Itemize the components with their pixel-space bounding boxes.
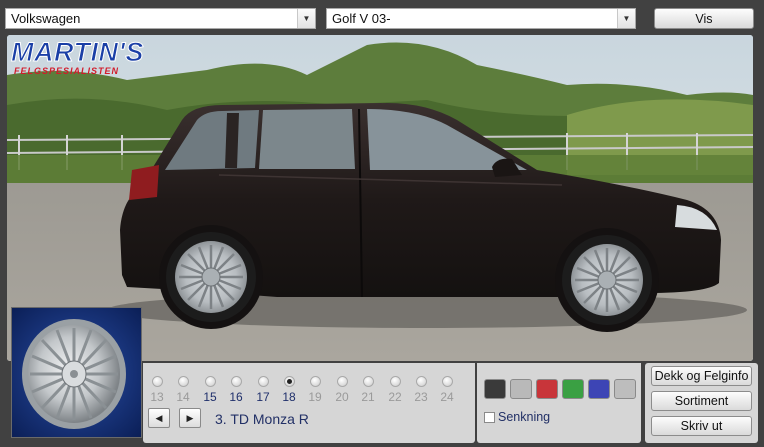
model-select[interactable]: Golf V 03- ▼ bbox=[326, 8, 636, 29]
rim-name: 3. TD Monza R bbox=[215, 411, 309, 427]
rim-size-label-15: 15 bbox=[203, 390, 217, 404]
color-swatch-green[interactable] bbox=[562, 379, 584, 399]
rim-size-label-24: 24 bbox=[440, 390, 454, 404]
rim-size-label-20: 20 bbox=[335, 390, 349, 404]
next-rim-button[interactable]: ▶ bbox=[179, 408, 201, 428]
logo-text: MARTIN'S bbox=[11, 37, 144, 67]
rim-size-radio-22 bbox=[390, 376, 401, 387]
print-button[interactable]: Skriv ut bbox=[651, 416, 752, 436]
assortment-button[interactable]: Sortiment bbox=[651, 391, 752, 411]
lowering-label: Senkning bbox=[498, 410, 551, 424]
rim-size-radio-19 bbox=[310, 376, 321, 387]
make-select-value: Volkswagen bbox=[11, 11, 81, 26]
rim-size-label-18: 18 bbox=[282, 390, 296, 404]
app-frame: Volkswagen ▼ Golf V 03- ▼ Vis MARTIN'S F… bbox=[0, 0, 764, 447]
tire-rim-info-button[interactable]: Dekk og Felginfo bbox=[651, 366, 752, 386]
rim-size-label-17: 17 bbox=[256, 390, 270, 404]
arrow-left-icon: ◀ bbox=[155, 412, 163, 423]
color-swatch-light-grey[interactable] bbox=[614, 379, 636, 399]
rim-size-label-14: 14 bbox=[176, 390, 190, 404]
rim-size-radio-13 bbox=[152, 376, 163, 387]
chevron-down-icon[interactable]: ▼ bbox=[617, 9, 635, 28]
rim-size-radio-24 bbox=[442, 376, 453, 387]
rim-size-radio-14 bbox=[178, 376, 189, 387]
chevron-down-icon[interactable]: ▼ bbox=[297, 9, 315, 28]
make-select[interactable]: Volkswagen ▼ bbox=[5, 8, 316, 29]
rim-size-radio-18[interactable] bbox=[284, 376, 295, 387]
rim-size-label-21: 21 bbox=[361, 390, 375, 404]
rim-image bbox=[12, 308, 141, 437]
rim-thumbnail bbox=[11, 307, 142, 438]
rim-size-radio-17[interactable] bbox=[258, 376, 269, 387]
model-select-value: Golf V 03- bbox=[332, 11, 391, 26]
color-panel bbox=[477, 363, 641, 443]
logo-subtext: FELGSPESIALISTEN bbox=[14, 66, 120, 76]
rim-size-label-13: 13 bbox=[150, 390, 164, 404]
rim-size-radio-16[interactable] bbox=[231, 376, 242, 387]
rim-size-label-16: 16 bbox=[229, 390, 243, 404]
arrow-right-icon: ▶ bbox=[186, 412, 194, 423]
rim-size-radio-20 bbox=[337, 376, 348, 387]
rim-size-label-23: 23 bbox=[414, 390, 428, 404]
color-swatch-grey[interactable] bbox=[510, 379, 532, 399]
color-swatch-black[interactable] bbox=[484, 379, 506, 399]
rim-size-radio-21 bbox=[363, 376, 374, 387]
rim-size-label-22: 22 bbox=[388, 390, 402, 404]
rim-size-radio-15[interactable] bbox=[205, 376, 216, 387]
rim-size-radio-23 bbox=[416, 376, 427, 387]
color-swatch-blue[interactable] bbox=[588, 379, 610, 399]
brand-logo: MARTIN'S FELGSPESIALISTEN bbox=[11, 37, 189, 79]
previous-rim-button[interactable]: ◀ bbox=[148, 408, 170, 428]
show-button[interactable]: Vis bbox=[654, 8, 754, 29]
color-swatch-red[interactable] bbox=[536, 379, 558, 399]
rim-size-label-19: 19 bbox=[308, 390, 322, 404]
lowering-checkbox[interactable] bbox=[484, 412, 495, 423]
